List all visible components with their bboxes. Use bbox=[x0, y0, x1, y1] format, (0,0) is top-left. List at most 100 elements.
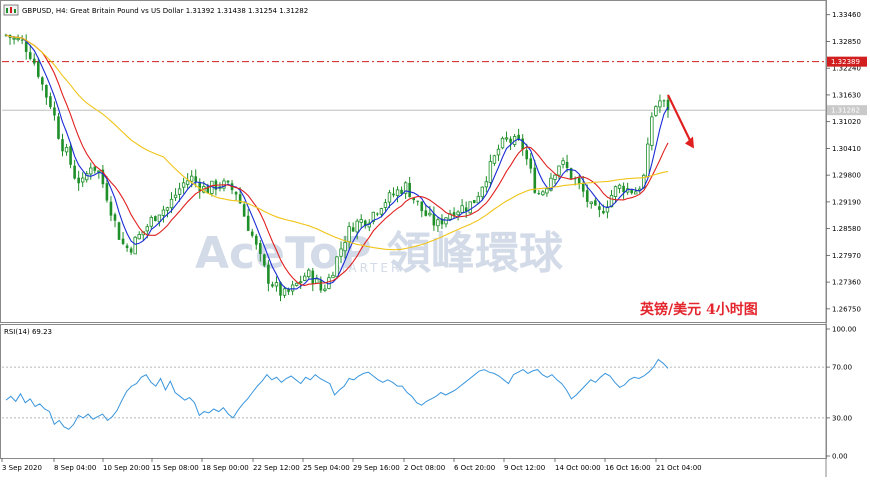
candle-body-bull bbox=[290, 284, 295, 292]
rsi-tick-label: 100.00 bbox=[832, 326, 857, 334]
price-tick-label: 1.26750 bbox=[832, 305, 861, 313]
time-tick-label: 6 Oct 20:00 bbox=[454, 464, 495, 472]
candle-body-bull bbox=[303, 275, 307, 281]
chart-caption: 英镑/美元 4小时图 bbox=[639, 301, 758, 318]
candle-body-bear bbox=[581, 183, 585, 192]
candle-body-bull bbox=[456, 211, 460, 216]
candle-body-bull bbox=[480, 186, 485, 198]
candle-body-bear bbox=[154, 216, 157, 222]
candle-body-bull bbox=[181, 182, 186, 188]
candle-body-bear bbox=[73, 165, 76, 179]
candle-body-bull bbox=[149, 217, 154, 227]
rsi-panel[interactable] bbox=[0, 324, 827, 459]
candle-body-bull bbox=[492, 155, 497, 164]
chart-window-icon[interactable] bbox=[3, 4, 19, 16]
candle-body-bull bbox=[12, 37, 16, 40]
time-tick-label: 10 Sep 20:00 bbox=[103, 464, 150, 472]
time-axis: 3 Sep 2020 8 Sep 04:00 10 Sep 20:00 15 Sep … bbox=[1, 458, 702, 472]
candle-body-bull bbox=[541, 191, 545, 196]
candle-body-bear bbox=[259, 243, 262, 255]
candle-body-bear bbox=[198, 182, 202, 191]
price-tick-label: 1.27360 bbox=[832, 279, 861, 287]
candle-body-bear bbox=[250, 231, 254, 236]
candle-body-bull bbox=[428, 212, 432, 216]
candle-body-bear bbox=[630, 190, 633, 194]
candle-body-bull bbox=[165, 207, 170, 211]
chart-window[interactable]: AceToP 領峰環球 MARTER GBPUSD, H4: Great Bri… bbox=[0, 0, 870, 477]
candle-body-bear bbox=[311, 270, 315, 284]
price-tick-label: 1.28580 bbox=[832, 225, 861, 233]
candle-body-bull bbox=[80, 177, 85, 183]
candle-body-bear bbox=[93, 166, 97, 171]
candle-body-bull bbox=[64, 146, 69, 153]
candle-body-bear bbox=[242, 204, 246, 217]
time-tick-label: 14 Oct 00:00 bbox=[555, 464, 601, 472]
candle-body-bull bbox=[476, 196, 480, 204]
candle-body-bull bbox=[488, 161, 493, 183]
candle-body-bear bbox=[622, 185, 625, 193]
candle-body-bear bbox=[32, 58, 36, 64]
candle-body-bull bbox=[617, 184, 622, 189]
rsi-title: RSI(14) 69.23 bbox=[4, 328, 52, 336]
candle-body-bull bbox=[16, 38, 20, 41]
price-tick-label: 1.30410 bbox=[832, 145, 861, 153]
chart-canvas[interactable]: AceToP 領峰環球 MARTER GBPUSD, H4: Great Bri… bbox=[0, 0, 870, 477]
candle-body-bull bbox=[484, 181, 489, 188]
candle-body-bull bbox=[444, 217, 448, 225]
candle-body-bull bbox=[282, 288, 287, 296]
candle-body-bear bbox=[662, 100, 666, 102]
candle-body-bear bbox=[263, 254, 266, 266]
candle-body-bear bbox=[565, 161, 569, 169]
rsi-tick-label: 70.00 bbox=[832, 364, 852, 372]
time-tick-label: 8 Sep 04:00 bbox=[54, 464, 96, 472]
candle-body-bear bbox=[416, 200, 420, 202]
candle-body-bull bbox=[177, 188, 182, 195]
candle-body-bull bbox=[557, 165, 561, 176]
candle-body-bear bbox=[577, 177, 581, 185]
candle-body-bear bbox=[125, 245, 129, 248]
candle-body-bear bbox=[529, 158, 533, 169]
candle-body-bear bbox=[392, 193, 395, 196]
candle-body-bull bbox=[658, 100, 662, 108]
candle-body-bear bbox=[77, 177, 80, 184]
candle-body-bull bbox=[294, 282, 299, 286]
candle-body-bull bbox=[589, 201, 594, 205]
candle-body-bear bbox=[464, 207, 468, 212]
price-tick-label: 1.29800 bbox=[832, 172, 861, 180]
candle-body-bear bbox=[69, 146, 72, 165]
candle-body-bull bbox=[347, 226, 351, 242]
candle-body-bear bbox=[53, 107, 56, 116]
candle-body-bull bbox=[137, 234, 141, 240]
candle-body-bear bbox=[49, 96, 52, 108]
candle-body-bull bbox=[468, 201, 472, 214]
candle-body-bear bbox=[420, 201, 424, 212]
price-axis: 1.334601.328501.322401.316301.310201.304… bbox=[826, 11, 867, 313]
candle-body-bull bbox=[561, 160, 565, 165]
candle-body-bull bbox=[355, 220, 359, 233]
candle-body-bull bbox=[634, 191, 638, 195]
candle-body-bear bbox=[585, 190, 589, 202]
candle-body-bear bbox=[28, 52, 32, 59]
candle-body-bear bbox=[57, 116, 60, 139]
candle-body-bear bbox=[109, 201, 113, 216]
candle-body-bear bbox=[24, 41, 28, 52]
candle-body-bear bbox=[41, 77, 44, 85]
candle-body-bull bbox=[161, 209, 166, 216]
price-tick-label: 1.31630 bbox=[832, 91, 861, 99]
rsi-axis: 100.00 70.00 30.00 0.00 bbox=[826, 326, 857, 461]
time-tick-label: 29 Sep 16:00 bbox=[353, 464, 400, 472]
candle-body-bear bbox=[424, 210, 428, 216]
candle-body-bear bbox=[509, 138, 512, 143]
candle-body-bull bbox=[650, 116, 654, 146]
candle-body-bear bbox=[472, 200, 476, 204]
candle-body-bull bbox=[504, 137, 509, 140]
candle-body-bull bbox=[496, 148, 501, 156]
candle-body-bull bbox=[379, 208, 384, 215]
candle-body-bear bbox=[105, 183, 109, 201]
candle-body-bull bbox=[323, 288, 327, 291]
candle-body-bear bbox=[598, 206, 601, 210]
price-tick-label: 1.32850 bbox=[832, 38, 861, 46]
watermark-subtext: MARTER bbox=[335, 261, 402, 275]
candle-body-bull bbox=[436, 219, 440, 227]
resistance-level-label: 1.32389 bbox=[831, 58, 860, 66]
